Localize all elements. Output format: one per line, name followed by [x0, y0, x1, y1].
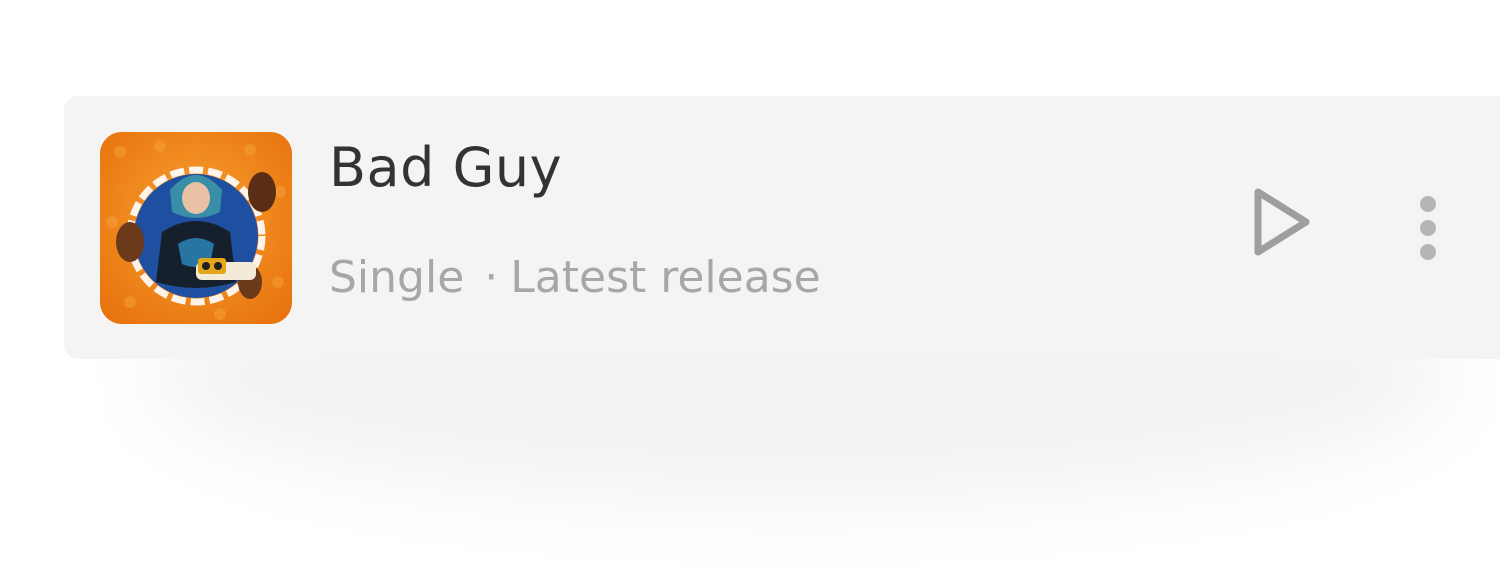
track-title[interactable]: Bad Guy: [329, 136, 562, 199]
meta-separator: ·: [484, 252, 499, 303]
release-note: Latest release: [510, 252, 821, 303]
play-icon: [1254, 188, 1310, 256]
more-options-button[interactable]: [1408, 190, 1448, 262]
track-meta: Single · Latest release: [329, 252, 821, 303]
release-type: Single: [329, 252, 465, 303]
album-cover-art: [100, 132, 292, 324]
stage: Bad Guy Single · Latest release: [0, 0, 1500, 584]
play-button[interactable]: [1246, 182, 1316, 262]
release-card[interactable]: Bad Guy Single · Latest release: [64, 96, 1500, 359]
album-cover[interactable]: [100, 132, 292, 324]
